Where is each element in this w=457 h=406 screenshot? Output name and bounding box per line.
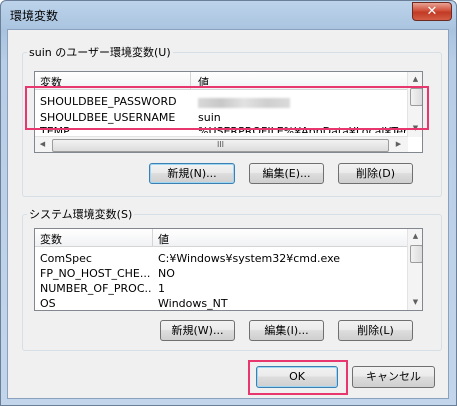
system-row-2-value[interactable]: NO — [158, 267, 403, 283]
user-new-button[interactable]: 新規(N)... — [149, 163, 235, 184]
system-edit-button[interactable]: 編集(I)... — [249, 320, 324, 341]
scroll-down-icon[interactable]: ▼ — [408, 295, 422, 310]
system-row-3-value[interactable]: 1 — [158, 282, 403, 298]
close-icon: ✕ — [426, 4, 438, 19]
user-horizontal-scrollbar[interactable]: ◀ III ▶ — [35, 136, 408, 152]
system-row-3-name[interactable]: NUMBER_OF_PROC... — [40, 282, 152, 298]
user-delete-button[interactable]: 削除(D) — [338, 163, 413, 184]
system-delete-button[interactable]: 削除(L) — [338, 320, 413, 341]
system-vscroll-thumb[interactable] — [410, 245, 422, 263]
close-button[interactable]: ✕ — [412, 2, 452, 21]
system-variables-label: システム環境変数(S) — [27, 206, 135, 222]
system-row-1-name[interactable]: ComSpec — [40, 252, 152, 268]
system-variables-list[interactable]: 変数 値 ComSpec C:¥Windows¥system32¥cmd.exe… — [34, 228, 423, 311]
highlight-user-credentials — [25, 86, 429, 130]
system-list-header: 変数 値 — [35, 229, 408, 247]
user-edit-button[interactable]: 編集(E)... — [249, 163, 324, 184]
scroll-right-icon[interactable]: ▶ — [391, 137, 406, 152]
system-row-4-name[interactable]: OS — [40, 297, 152, 310]
window-title: 環境変数 — [10, 9, 59, 23]
highlight-ok-button — [248, 360, 348, 395]
system-new-button[interactable]: 新規(W)... — [160, 320, 235, 341]
scroll-up-icon[interactable]: ▲ — [408, 72, 422, 87]
system-col-value-header[interactable]: 値 — [158, 231, 169, 247]
system-col-name-header[interactable]: 変数 — [40, 231, 62, 247]
system-vertical-scrollbar[interactable]: ▲ ▼ — [407, 229, 422, 310]
user-hscroll-thumb[interactable]: III — [52, 139, 389, 152]
system-row-1-value[interactable]: C:¥Windows¥system32¥cmd.exe — [158, 252, 403, 268]
scroll-up-icon[interactable]: ▲ — [408, 229, 422, 244]
system-row-4-value[interactable]: Windows_NT — [158, 297, 403, 310]
cancel-button[interactable]: キャンセル — [352, 366, 435, 388]
system-row-2-name[interactable]: FP_NO_HOST_CHE... — [40, 267, 152, 283]
scroll-left-icon[interactable]: ◀ — [35, 137, 50, 152]
user-variables-label: suin のユーザー環境変数(U) — [27, 44, 173, 60]
